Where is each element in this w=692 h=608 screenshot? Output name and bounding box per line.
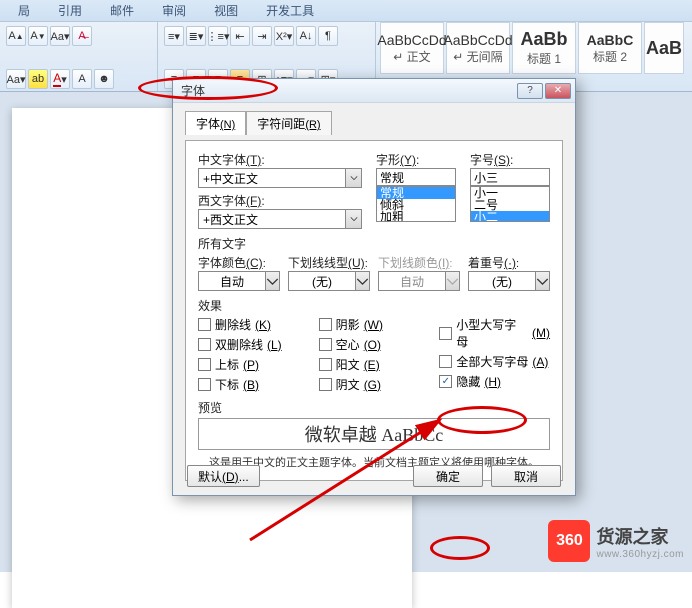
underline-color-combo: 自动	[378, 271, 460, 291]
engrave-checkbox[interactable]: 阴文(G)	[319, 376, 430, 393]
tab-font-pane: 中文字体(T): +中文正文 西文字体(F): +西文正文 字形(Y):	[185, 140, 563, 481]
chevron-down-icon	[446, 271, 460, 291]
strike-checkbox[interactable]: 删除线(K)	[198, 316, 309, 333]
emphasis-combo[interactable]: (无)	[468, 271, 550, 291]
help-button[interactable]: ?	[517, 83, 543, 99]
subscript-checkbox[interactable]: 下标(B)	[198, 376, 309, 393]
font-size-input[interactable]	[470, 168, 550, 186]
change-case-button[interactable]: Aa▾	[50, 26, 70, 46]
bullets-button[interactable]: ≡▾	[164, 26, 184, 46]
smallcaps-checkbox[interactable]: 小型大写字母(M)	[439, 316, 550, 350]
allcaps-checkbox[interactable]: 全部大写字母(A)	[439, 353, 550, 370]
decrease-indent-button[interactable]: ⇤	[230, 26, 250, 46]
chevron-down-icon[interactable]	[536, 271, 550, 291]
tab-review[interactable]: 审阅	[148, 0, 200, 21]
chevron-down-icon[interactable]	[346, 168, 362, 188]
font-style-input[interactable]	[376, 168, 456, 186]
logo-url: www.360hyzj.com	[596, 549, 684, 560]
cn-font-combo[interactable]: +中文正文	[198, 168, 362, 188]
effects-label: 效果	[198, 297, 550, 314]
style-heading1[interactable]: AaBb标题 1	[512, 22, 576, 74]
show-marks-button[interactable]: ¶	[318, 26, 338, 46]
dialog-tabs: 字体(N) 字符间距(R)	[185, 111, 563, 135]
ribbon-tab-row: 局 引用 邮件 审阅 视图 开发工具	[0, 0, 692, 22]
close-button[interactable]: ✕	[545, 83, 571, 99]
char-shading-button[interactable]: ☻	[94, 69, 114, 89]
font-color-combo[interactable]: 自动	[198, 271, 280, 291]
tab-mail[interactable]: 邮件	[96, 0, 148, 21]
shadow-checkbox[interactable]: 阴影(W)	[319, 316, 430, 333]
dialog-title: 字体	[181, 82, 515, 99]
underline-combo[interactable]: (无)	[288, 271, 370, 291]
tab-layout[interactable]: 局	[4, 0, 44, 21]
tab-font[interactable]: 字体(N)	[185, 111, 246, 135]
font-color-button[interactable]: A▾	[50, 69, 70, 89]
sort-button[interactable]: A↓	[296, 26, 316, 46]
all-text-label: 所有文字	[198, 235, 550, 252]
tab-devtools[interactable]: 开发工具	[252, 0, 328, 21]
logo-name: 货源之家	[596, 523, 684, 549]
font-dialog: 字体 ? ✕ 字体(N) 字符间距(R) 中文字体(T): +中文正文 西文字体…	[172, 78, 576, 496]
font-size-list[interactable]: 小一 二号 小二	[470, 186, 550, 222]
chevron-down-icon[interactable]	[346, 209, 362, 229]
tab-references[interactable]: 引用	[44, 0, 96, 21]
watermark-logo: 360 货源之家 www.360hyzj.com	[548, 520, 684, 562]
style-normal[interactable]: AaBbCcDd↵ 正文	[380, 22, 444, 74]
ok-button[interactable]: 确定	[413, 465, 483, 487]
western-font-combo[interactable]: +西文正文	[198, 209, 362, 229]
default-button[interactable]: 默认(D)...	[187, 465, 260, 487]
cancel-button[interactable]: 取消	[491, 465, 561, 487]
tab-char-spacing[interactable]: 字符间距(R)	[246, 111, 331, 135]
phonetic-button[interactable]: Aa▾	[6, 69, 26, 89]
hidden-checkbox[interactable]: 隐藏(H)	[439, 373, 550, 390]
chevron-down-icon[interactable]	[266, 271, 280, 291]
ltr-button[interactable]: X²▾	[274, 26, 294, 46]
style-heading2[interactable]: AaBbC标题 2	[578, 22, 642, 74]
numbering-button[interactable]: ≣▾	[186, 26, 206, 46]
multilevel-button[interactable]: ⋮≡▾	[208, 26, 228, 46]
char-border-button[interactable]: A	[72, 69, 92, 89]
shrink-font-button[interactable]: A▼	[28, 26, 48, 46]
ribbon-group-font: A▲ A▼ Aa▾ A̶ Aa▾ ab A▾ A ☻	[0, 22, 158, 91]
superscript-checkbox[interactable]: 上标(P)	[198, 356, 309, 373]
increase-indent-button[interactable]: ⇥	[252, 26, 272, 46]
grow-font-button[interactable]: A▲	[6, 26, 26, 46]
emboss-checkbox[interactable]: 阳文(E)	[319, 356, 430, 373]
outline-checkbox[interactable]: 空心(O)	[319, 336, 430, 353]
chevron-down-icon[interactable]	[356, 271, 370, 291]
double-strike-checkbox[interactable]: 双删除线(L)	[198, 336, 309, 353]
dialog-titlebar[interactable]: 字体 ? ✕	[173, 79, 575, 103]
font-style-list[interactable]: 常规 倾斜 加粗	[376, 186, 456, 222]
clear-format-button[interactable]: A̶	[72, 26, 92, 46]
tab-view[interactable]: 视图	[200, 0, 252, 21]
logo-badge: 360	[548, 520, 590, 562]
preview-label: 预览	[198, 399, 550, 416]
preview-box: 微软卓越 AaBbCc	[198, 418, 550, 450]
style-nospacing[interactable]: AaBbCcDd↵ 无间隔	[446, 22, 510, 74]
style-more[interactable]: AaB	[644, 22, 684, 74]
highlight-button[interactable]: ab	[28, 69, 48, 89]
